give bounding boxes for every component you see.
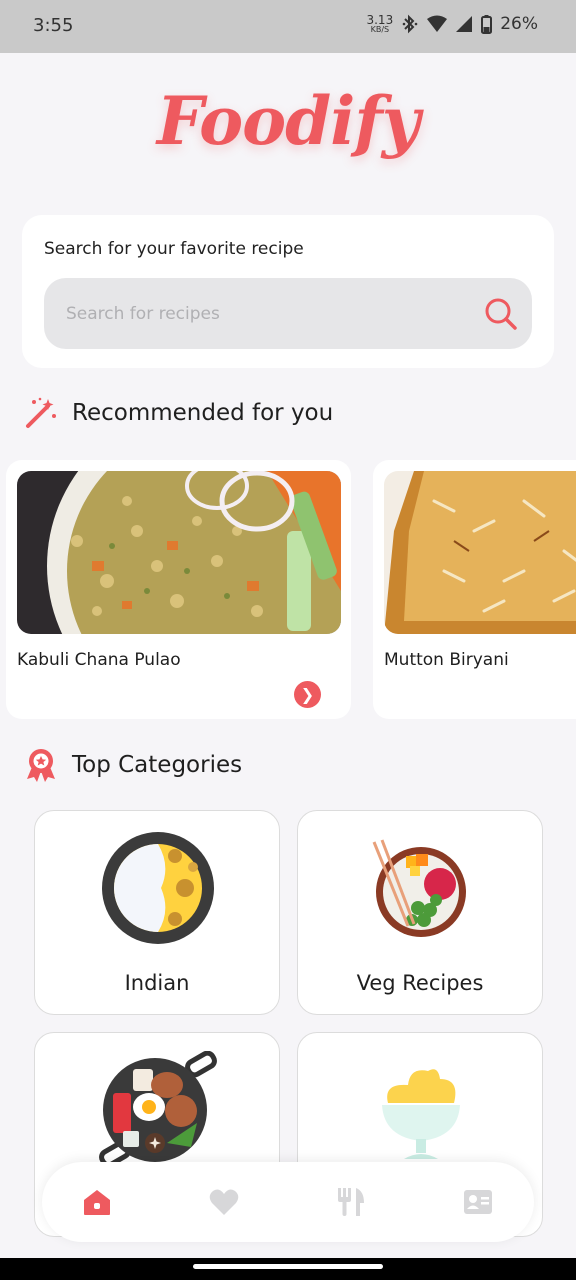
cellular-signal-icon: [456, 16, 473, 32]
magic-wand-icon: [26, 397, 56, 428]
home-icon: [84, 1190, 110, 1215]
nav-favorites[interactable]: [209, 1187, 239, 1217]
home-gesture-handle[interactable]: [193, 1264, 383, 1269]
fork-knife-icon: [338, 1188, 364, 1216]
status-bar: 3:55 3.13 KB/S 26%: [0, 0, 576, 53]
recipe-name: Mutton Biryani: [384, 650, 509, 670]
search-title: Search for your favorite recipe: [44, 239, 304, 259]
nav-profile[interactable]: [463, 1187, 493, 1217]
recommended-header: Recommended for you: [24, 396, 333, 430]
category-card-indian[interactable]: Indian: [34, 810, 280, 1015]
nav-home[interactable]: [82, 1187, 112, 1217]
categories-header: Top Categories: [24, 747, 242, 783]
app-logo: Foodify: [156, 82, 420, 160]
nav-recipes[interactable]: [336, 1187, 366, 1217]
veg-bowl-icon: [372, 839, 466, 937]
category-label: Veg Recipes: [356, 971, 484, 995]
battery-icon: [481, 14, 493, 34]
network-speed: 3.13 KB/S: [366, 14, 393, 34]
network-speed-unit: KB/S: [370, 25, 390, 34]
search-icon[interactable]: [483, 296, 519, 332]
search-box[interactable]: [44, 278, 532, 349]
recipe-name: Kabuli Chana Pulao: [17, 650, 181, 670]
recipe-image: [17, 471, 341, 634]
bluetooth-icon: [402, 14, 418, 34]
search-input[interactable]: [66, 278, 466, 349]
recipe-card[interactable]: Mutton Biryani: [373, 460, 576, 719]
curry-plate-icon: [102, 832, 214, 944]
award-icon: [27, 749, 55, 782]
recipe-image: [384, 471, 576, 634]
breakfast-pan-icon: [99, 1051, 217, 1168]
recommended-title: Recommended for you: [72, 400, 334, 426]
heart-icon: [209, 1189, 239, 1215]
category-label: Indian: [124, 971, 190, 995]
search-card: Search for your favorite recipe: [22, 215, 554, 368]
wifi-icon: [427, 15, 448, 32]
battery-percent: 26%: [500, 14, 538, 34]
bottom-navigation: [42, 1162, 534, 1242]
status-time: 3:55: [33, 15, 74, 36]
recipe-card[interactable]: Kabuli Chana Pulao ❯: [6, 460, 351, 719]
status-icons: 3.13 KB/S 26%: [366, 14, 538, 34]
dessert-cup-icon: [382, 1069, 460, 1159]
profile-card-icon: [464, 1190, 492, 1214]
gesture-navigation-bar: [0, 1258, 576, 1280]
chevron-right-icon[interactable]: ❯: [294, 681, 321, 708]
category-card-veg[interactable]: Veg Recipes: [297, 810, 543, 1015]
categories-title: Top Categories: [72, 752, 243, 778]
